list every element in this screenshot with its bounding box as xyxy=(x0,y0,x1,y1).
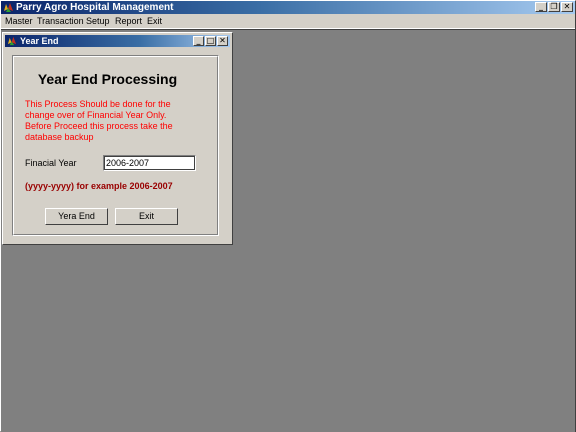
app-window: Parry Agro Hospital Management _ ❐ ✕ Mas… xyxy=(0,0,576,432)
menu-setup[interactable]: Setup xyxy=(86,15,110,27)
app-window-controls: _ ❐ ✕ xyxy=(534,2,573,12)
year-end-titlebar[interactable]: Year End _ □ ✕ xyxy=(5,35,230,47)
warning-line: Before Proceed this process take the xyxy=(25,121,173,131)
child-maximize-button[interactable]: □ xyxy=(205,36,216,46)
panel-inner: Year End Processing This Process Should … xyxy=(13,56,218,235)
year-end-button[interactable]: Yera End xyxy=(45,208,108,225)
year-end-panel: Year End Processing This Process Should … xyxy=(12,55,219,236)
close-button[interactable]: ✕ xyxy=(561,2,573,12)
warning-line: database backup xyxy=(25,132,94,142)
menu-report[interactable]: Report xyxy=(115,15,142,27)
warning-line: change over of Financial Year Only. xyxy=(25,110,167,120)
menu-exit[interactable]: Exit xyxy=(147,15,162,27)
app-titlebar[interactable]: Parry Agro Hospital Management _ ❐ ✕ xyxy=(1,1,575,14)
warning-message: This Process Should be done for the chan… xyxy=(25,99,195,143)
child-window-controls: _ □ ✕ xyxy=(192,36,228,46)
page-title: Year End Processing xyxy=(37,71,178,87)
financial-year-label: Finacial Year xyxy=(25,158,77,168)
minimize-button[interactable]: _ xyxy=(535,2,547,12)
menu-transaction[interactable]: Transaction xyxy=(37,15,84,27)
restore-button[interactable]: ❐ xyxy=(548,2,560,12)
app-logo-icon xyxy=(4,3,13,12)
menu-master[interactable]: Master xyxy=(5,15,33,27)
child-minimize-button[interactable]: _ xyxy=(193,36,204,46)
app-title: Parry Agro Hospital Management xyxy=(16,2,174,13)
app-logo-icon xyxy=(7,36,17,46)
warning-line: This Process Should be done for the xyxy=(25,99,171,109)
child-close-button[interactable]: ✕ xyxy=(217,36,228,46)
year-end-window: Year End _ □ ✕ Year End Processing This … xyxy=(2,32,233,245)
financial-year-input[interactable]: 2006-2007 xyxy=(103,155,196,171)
exit-button[interactable]: Exit xyxy=(115,208,178,225)
year-end-title: Year End xyxy=(20,36,59,46)
format-hint: (yyyy-yyyy) for example 2006-2007 xyxy=(25,181,173,191)
menu-bar: Master Transaction Setup Report Exit xyxy=(1,14,575,29)
